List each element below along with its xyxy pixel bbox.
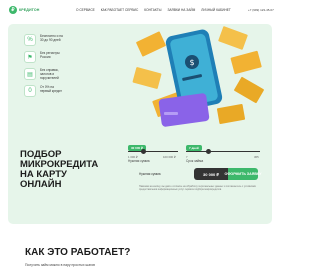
amount-display-button[interactable]: 30 000 ₽ <box>194 168 228 180</box>
document-icon: ▤ <box>24 68 36 80</box>
feature-text: От 0% на первый кредит <box>40 85 62 93</box>
term-label: Срок займа <box>186 159 204 163</box>
term-track[interactable] <box>186 151 260 152</box>
main-nav: О СЕРВИСЕ КАК РАБОТАЕТ СЕРВИС КОНТАКТЫ З… <box>76 8 231 12</box>
feature-text: Без справок, залогов и поручителей <box>40 68 59 80</box>
amount-max: 100 000 ₽ <box>163 155 176 159</box>
term-slider[interactable]: 7 дней Срок займа <box>186 136 203 163</box>
hero-section: % Бесплатно и на 30 до 90 дней ⚑ Без рег… <box>8 24 272 224</box>
nav-item-applications[interactable]: ЗАЯВКИ НА ЗАЙМ <box>167 8 195 12</box>
nav-item-contacts[interactable]: КОНТАКТЫ <box>144 8 161 12</box>
term-handle[interactable] <box>206 149 211 154</box>
features-list: % Бесплатно и на 30 до 90 дней ⚑ Без рег… <box>24 34 64 97</box>
feature-text: Бесплатно и на 30 до 90 дней <box>40 34 63 42</box>
amount-label: Нужная сумма <box>128 159 150 163</box>
svg-text:$: $ <box>189 58 194 67</box>
how-it-works-title: КАК ЭТО РАБОТАЕТ? <box>25 247 131 258</box>
how-it-works-subtitle: Получить займ можно в пару простых шагов <box>25 263 95 267</box>
flag-icon: ⚑ <box>24 51 36 63</box>
feature-item: ▤ Без справок, залогов и поручителей <box>24 68 64 80</box>
amount-handle[interactable] <box>141 149 146 154</box>
feature-item: ⚑ Без регистры Россия <box>24 51 64 63</box>
feature-item: 0 От 0% на первый кредит <box>24 85 64 97</box>
amount-track[interactable] <box>128 151 178 152</box>
percent-icon: % <box>24 34 36 46</box>
nav-item-how-it-works[interactable]: КАК РАБОТАЕТ СЕРВИС <box>101 8 139 12</box>
site-header: ₽ КРЕДИТОН О СЕРВИСЕ КАК РАБОТАЕТ СЕРВИС… <box>0 0 280 20</box>
zero-percent-icon: 0 <box>24 85 36 97</box>
result-label: Нужная сумма <box>139 172 161 176</box>
logo-icon: ₽ <box>9 6 17 14</box>
logo-text: КРЕДИТОН <box>19 8 40 12</box>
feature-item: % Бесплатно и на 30 до 90 дней <box>24 34 64 46</box>
phone-money-illustration: $ <box>132 26 264 127</box>
hero-title: ПОДБОР МИКРОКРЕДИТА НА КАРТУ ОНЛАЙН <box>20 149 99 190</box>
term-min: 7 <box>186 155 188 159</box>
disclaimer-text: Нажимая на кнопку, вы даёте согласие на … <box>139 185 256 191</box>
phone-number[interactable]: +7 (999) 123-45-67 <box>248 8 274 12</box>
term-max: 365 <box>254 155 259 159</box>
amount-min: 1 000 ₽ <box>128 155 138 159</box>
apply-button[interactable]: ОФОРМИТЬ ЗАЯВКУ <box>225 168 261 180</box>
nav-item-about[interactable]: О СЕРВИСЕ <box>76 8 95 12</box>
logo[interactable]: ₽ КРЕДИТОН <box>9 6 39 14</box>
nav-item-account[interactable]: ЛИЧНЫЙ КАБИНЕТ <box>201 8 231 12</box>
feature-text: Без регистры Россия <box>40 51 60 59</box>
